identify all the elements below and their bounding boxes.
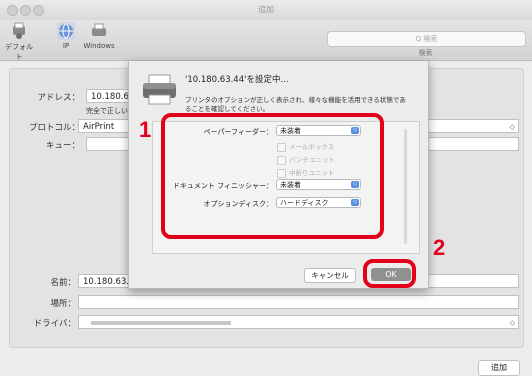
callout-1-highlight — [161, 113, 384, 239]
address-note: 完全で正しい — [86, 107, 128, 115]
callout-number-1: 1 — [139, 117, 152, 142]
cancel-button[interactable]: キャンセル — [304, 268, 356, 283]
search-input[interactable]: Q 検索 — [327, 31, 526, 47]
toolbar: デフォルト IP Windows Q 検索 検索 — [0, 20, 532, 61]
options-scrollbar[interactable] — [404, 129, 407, 244]
search-label: 検索 — [418, 49, 433, 57]
protocol-label: プロトコル： — [28, 123, 80, 133]
select-arrows-icon: ◇ — [509, 319, 515, 327]
location-label: 場所： — [50, 299, 76, 309]
toolbar-ip-label: IP — [62, 42, 70, 50]
ip-globe-icon — [57, 22, 75, 40]
driver-label: ドライバ： — [33, 319, 76, 329]
toolbar-ip-button[interactable]: IP — [49, 22, 83, 50]
name-label: 名前： — [50, 278, 76, 288]
toolbar-windows-button[interactable]: Windows — [82, 22, 116, 50]
toolbar-default-label: デフォルト — [5, 43, 33, 61]
protocol-value: AirPrint — [83, 122, 115, 132]
sheet-description: プリンタのオプションが正しく表示され、様々な機能を活用できる状態であることを確認… — [185, 96, 406, 113]
queue-label: キュー： — [45, 141, 80, 151]
windows-printer-icon — [90, 22, 108, 40]
title-bar: 追加 — [0, 0, 532, 21]
toolbar-windows-label: Windows — [83, 42, 115, 50]
toolbar-default-button[interactable]: デフォルト — [2, 22, 36, 62]
add-printer-window: 追加 デフォルト IP Windows Q 検索 検索 アドレス： 10.180… — [0, 0, 532, 376]
window-title: 追加 — [258, 5, 274, 14]
callout-number-2: 2 — [433, 235, 446, 260]
callout-2-highlight — [363, 259, 416, 288]
address-label: アドレス： — [37, 93, 80, 103]
blurred-driver-name — [91, 320, 231, 325]
printer-icon — [142, 74, 177, 105]
location-field[interactable] — [78, 295, 519, 309]
sheet-title: '10.180.63.44'を設定中... — [185, 75, 289, 85]
select-arrows-icon: ◇ — [509, 123, 515, 131]
driver-select[interactable]: ◇ — [78, 315, 519, 329]
default-printer-icon — [10, 22, 28, 40]
add-button[interactable]: 追加 — [478, 360, 520, 376]
